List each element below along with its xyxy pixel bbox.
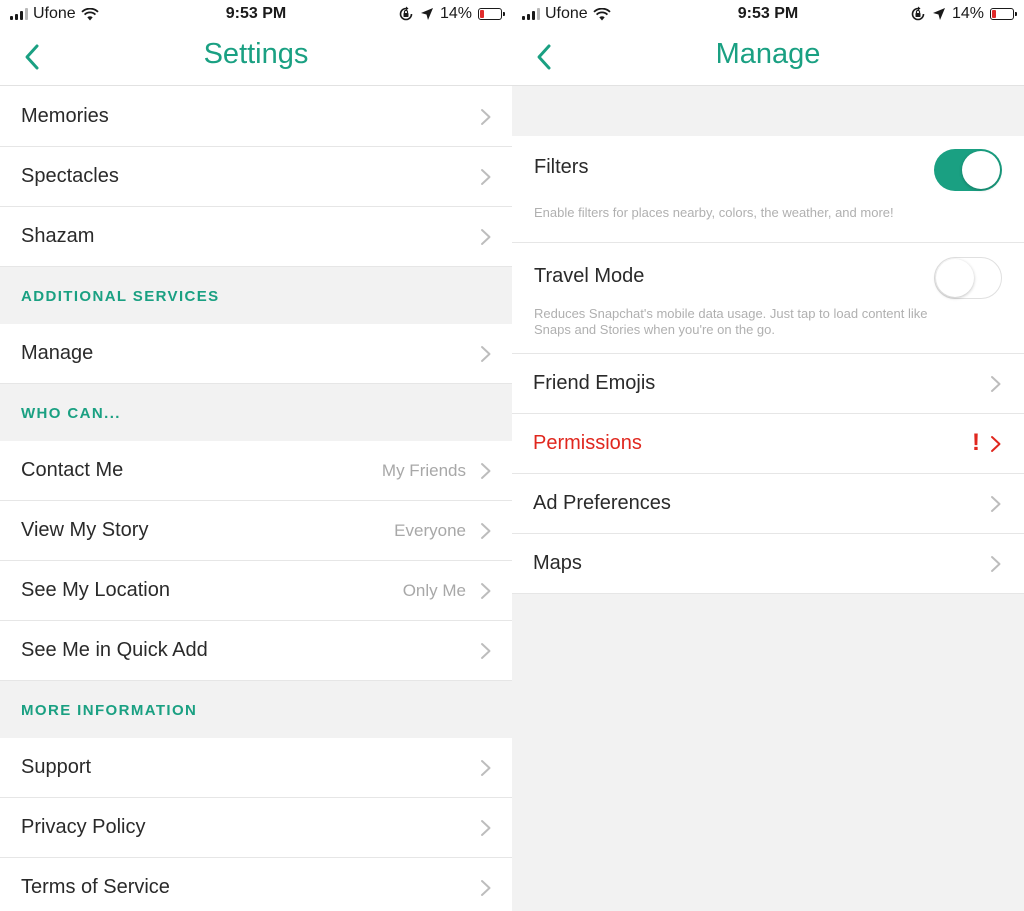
settings-item-label: Privacy Policy	[21, 816, 146, 838]
settings-item-shazam[interactable]: Shazam	[0, 207, 512, 267]
chevron-right-icon	[991, 556, 1001, 572]
settings-item-value: Everyone	[394, 521, 466, 540]
section-title: ADDITIONAL SERVICES	[21, 288, 220, 305]
section-title: WHO CAN...	[21, 405, 121, 422]
section-header-who-can: WHO CAN...	[0, 384, 512, 441]
battery-percent: 14%	[439, 5, 472, 22]
settings-item-privacy-policy[interactable]: Privacy Policy	[0, 798, 512, 858]
chevron-right-icon	[481, 760, 491, 776]
travel-mode-label: Travel Mode	[534, 265, 645, 287]
page-title: Settings	[203, 38, 309, 70]
settings-item-memories[interactable]: Memories	[0, 87, 512, 147]
manage-item-label: Friend Emojis	[533, 372, 656, 394]
settings-item-see-me-in-quick-add[interactable]: See Me in Quick Add	[0, 621, 512, 681]
page-title: Manage	[715, 38, 821, 70]
settings-screen: Ufone 9:53 PM 14% Settings Memories Spec…	[0, 0, 512, 911]
manage-screen: Ufone 9:53 PM 14% Manage Filters Enable …	[512, 0, 1024, 911]
status-right-icons: 14%	[398, 5, 505, 23]
chevron-right-icon	[991, 436, 1001, 452]
manage-item-label: Ad Preferences	[533, 492, 671, 514]
status-bar: Ufone 9:53 PM 14%	[0, 0, 512, 28]
section-header-more-information: MORE INFORMATION	[0, 681, 512, 738]
settings-item-value: Only Me	[402, 581, 466, 600]
filters-row: Filters Enable filters for places nearby…	[512, 136, 1024, 243]
battery-icon	[478, 8, 505, 20]
location-arrow-icon	[420, 8, 433, 20]
manage-items: Friend Emojis Permissions! Ad Preferences M…	[512, 354, 1024, 594]
settings-item-label: View My Story	[21, 519, 149, 541]
chevron-right-icon	[481, 109, 491, 125]
chevron-right-icon	[481, 880, 491, 896]
manage-item-label: Maps	[533, 552, 582, 574]
settings-item-view-my-story[interactable]: View My Story Everyone	[0, 501, 512, 561]
settings-item-label: See My Location	[21, 579, 170, 601]
settings-item-label: Support	[21, 756, 92, 778]
chevron-right-icon	[481, 523, 491, 539]
chevron-right-icon	[991, 496, 1001, 512]
orientation-lock-icon	[399, 6, 413, 21]
alert-icon: !	[972, 429, 980, 456]
manage-header: Manage	[512, 28, 1024, 86]
settings-header: Settings	[0, 28, 512, 86]
travel-mode-description: Reduces Snapchat's mobile data usage. Ju…	[534, 306, 928, 337]
settings-item-label: Memories	[21, 105, 109, 127]
status-right-icons: 14%	[910, 5, 1017, 23]
settings-item-label: Manage	[21, 342, 94, 364]
manage-item-ad-preferences[interactable]: Ad Preferences	[512, 474, 1024, 534]
settings-item-terms-of-service[interactable]: Terms of Service	[0, 858, 512, 911]
location-arrow-icon	[932, 8, 945, 20]
filters-label: Filters	[534, 156, 589, 178]
chevron-right-icon	[481, 583, 491, 599]
settings-item-label: Contact Me	[21, 459, 124, 481]
battery-percent: 14%	[951, 5, 984, 22]
settings-item-see-my-location[interactable]: See My Location Only Me	[0, 561, 512, 621]
settings-item-spectacles[interactable]: Spectacles	[0, 147, 512, 207]
chevron-right-icon	[481, 820, 491, 836]
manage-item-maps[interactable]: Maps	[512, 534, 1024, 594]
settings-item-label: Shazam	[21, 225, 95, 247]
chevron-right-icon	[481, 346, 491, 362]
chevron-right-icon	[481, 463, 491, 479]
toggle-knob	[936, 259, 974, 297]
settings-item-contact-me[interactable]: Contact Me My Friends	[0, 441, 512, 501]
manage-item-friend-emojis[interactable]: Friend Emojis	[512, 354, 1024, 414]
chevron-right-icon	[991, 376, 1001, 392]
manage-list: Filters Enable filters for places nearby…	[512, 136, 1024, 594]
section-header-additional-services: ADDITIONAL SERVICES	[0, 267, 512, 324]
chevron-right-icon	[481, 229, 491, 245]
settings-item-value: My Friends	[381, 461, 466, 480]
settings-item-label: See Me in Quick Add	[21, 639, 208, 661]
filters-description: Enable filters for places nearby, colors…	[534, 205, 894, 220]
manage-item-permissions[interactable]: Permissions!	[512, 414, 1024, 474]
battery-icon	[990, 8, 1017, 20]
toggle-knob	[962, 151, 1000, 189]
orientation-lock-icon	[911, 6, 925, 21]
section-title: MORE INFORMATION	[21, 702, 198, 719]
chevron-right-icon	[481, 169, 491, 185]
filters-toggle[interactable]	[934, 149, 1002, 191]
settings-item-label: Spectacles	[21, 165, 119, 187]
settings-item-manage[interactable]: Manage	[0, 324, 512, 384]
settings-item-label: Terms of Service	[21, 876, 170, 898]
header-spacer	[512, 87, 1024, 136]
status-bar: Ufone 9:53 PM 14%	[512, 0, 1024, 28]
manage-item-label: Permissions	[533, 432, 642, 454]
settings-list: Memories Spectacles Shazam ADDITIONAL SERVI…	[0, 87, 512, 911]
travel-mode-toggle[interactable]	[934, 257, 1002, 299]
chevron-right-icon	[481, 643, 491, 659]
settings-item-support[interactable]: Support	[0, 738, 512, 798]
travel-mode-row: Travel Mode Reduces Snapchat's mobile da…	[512, 243, 1024, 354]
